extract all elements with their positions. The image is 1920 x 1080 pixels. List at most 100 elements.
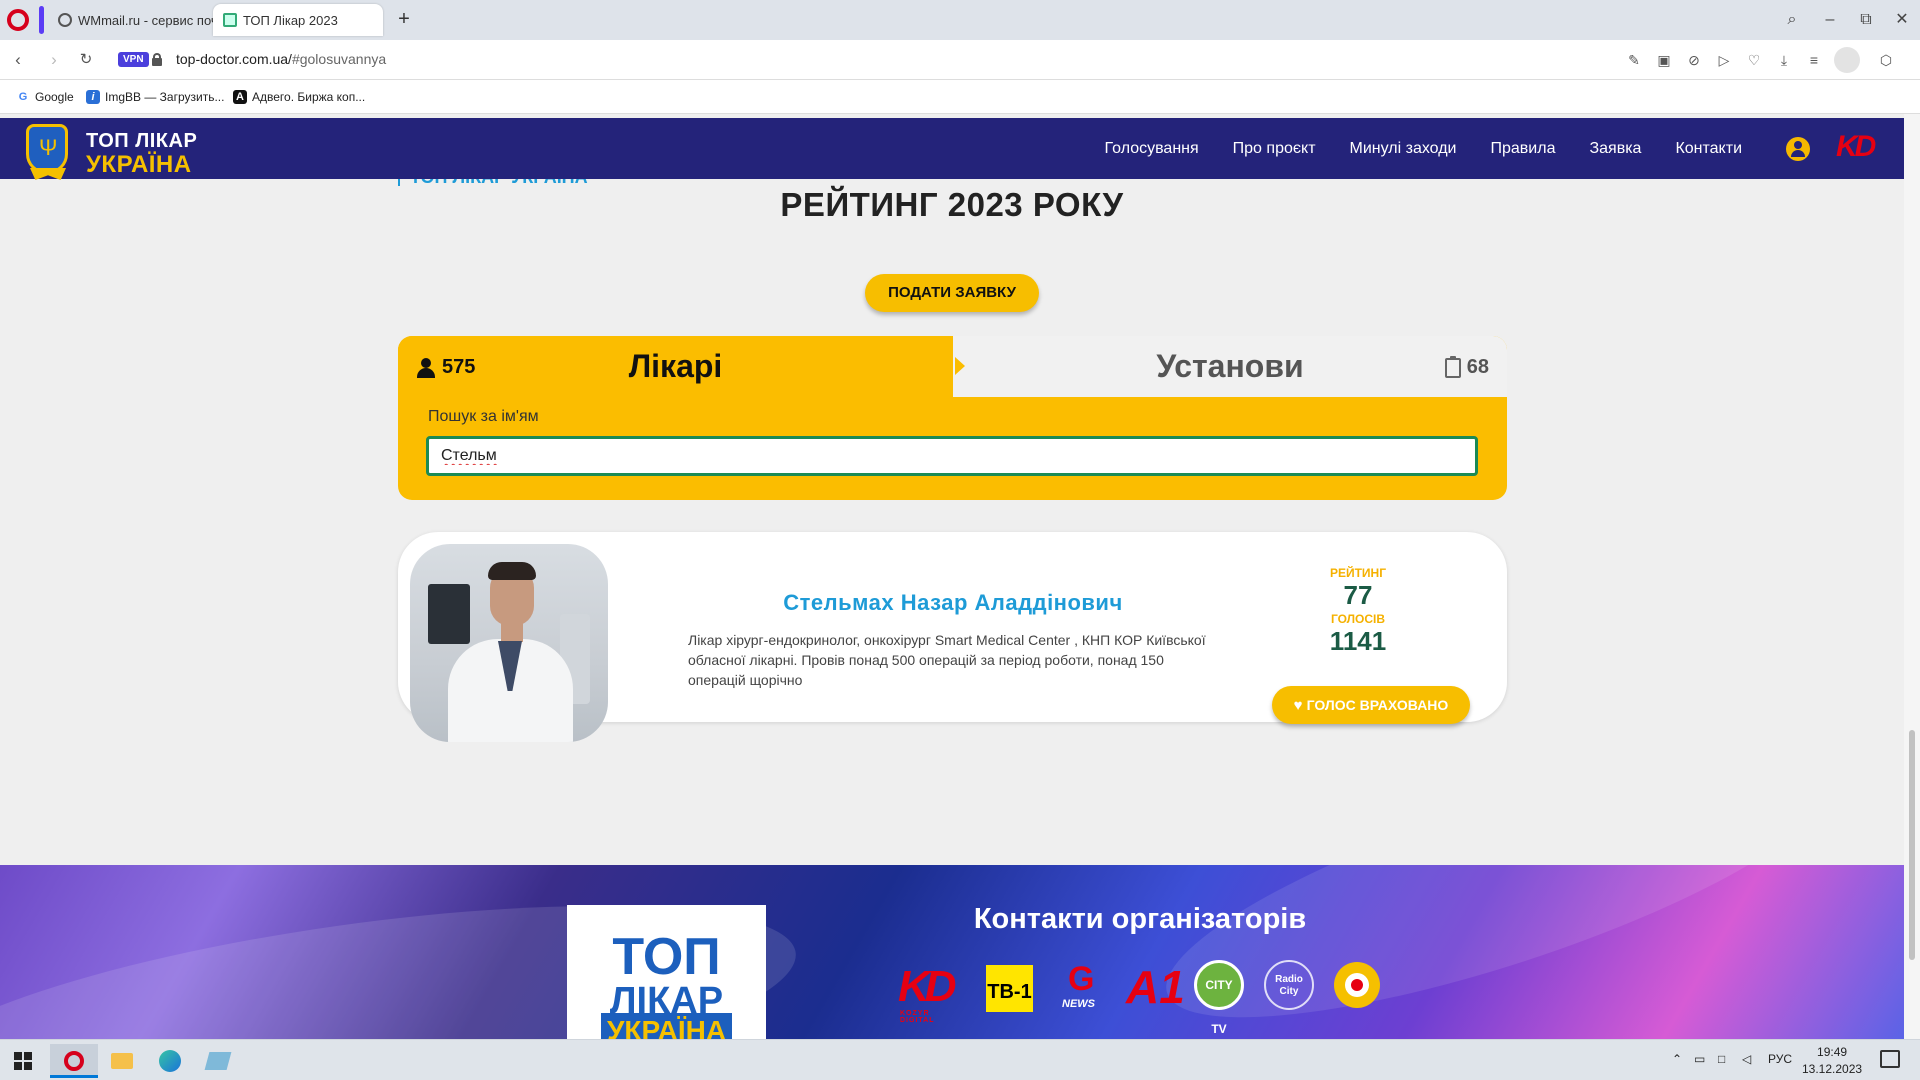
page-title: РЕЙТИНГ 2023 РОКУ <box>780 186 1124 223</box>
doctor-photo <box>410 544 608 742</box>
easy-setup-icon[interactable]: ≡ <box>1804 50 1824 70</box>
close-window-button[interactable]: ✕ <box>1888 8 1916 32</box>
arrow-left-icon <box>938 357 948 375</box>
adblock-icon[interactable]: ⊘ <box>1684 50 1704 70</box>
brand-subtitle[interactable]: УКРАЇНА <box>86 151 192 179</box>
play-icon[interactable]: ▷ <box>1714 50 1734 70</box>
extensions-icon[interactable]: ⬡ <box>1876 50 1896 70</box>
back-arrow-icon[interactable]: ‹ <box>8 50 28 70</box>
lock-icon[interactable] <box>152 53 162 66</box>
user-account-icon[interactable] <box>1786 137 1810 161</box>
partner-gnews[interactable]: G NEWS <box>1062 960 1095 1010</box>
language-indicator[interactable]: РУС <box>1768 1052 1792 1066</box>
clock[interactable]: 19:49 13.12.2023 <box>1802 1044 1862 1078</box>
tab-doctors[interactable]: 575 Лікарі <box>398 336 953 397</box>
search-tabs-icon[interactable]: ⌕ <box>1778 8 1806 32</box>
notifications-icon[interactable] <box>1880 1050 1900 1068</box>
volume-icon[interactable]: ◁ <box>1742 1052 1751 1066</box>
taskbar-app[interactable] <box>194 1044 242 1078</box>
scrollbar-thumb[interactable] <box>1909 730 1915 960</box>
forward-arrow-icon[interactable]: › <box>44 50 64 70</box>
download-icon[interactable]: ⤓ <box>1774 50 1794 70</box>
site-header: Ψ ТОП ЛІКАР УКРАЇНА Голосування Про проє… <box>0 118 1904 180</box>
new-tab-button[interactable]: + <box>394 9 414 30</box>
opera-menu-icon[interactable] <box>7 9 29 31</box>
url-field[interactable]: top-doctor.com.ua/#golosuvannya <box>176 51 386 67</box>
edit-icon[interactable]: ✎ <box>1624 50 1644 70</box>
trident-shield-icon[interactable]: Ψ <box>26 124 68 174</box>
submit-application-button[interactable]: ПОДАТИ ЗАЯВКУ <box>865 274 1039 312</box>
partner-tb1[interactable]: ТВ-1 <box>986 965 1033 1012</box>
restore-button[interactable]: ⧉ <box>1852 8 1880 32</box>
partner-gnews-caption: NEWS <box>1062 998 1095 1010</box>
partner-a1[interactable]: A1 <box>1126 960 1185 1014</box>
camera-icon[interactable]: ▣ <box>1654 50 1674 70</box>
partner-disc-logo[interactable] <box>1334 962 1380 1008</box>
partner-city-tv[interactable]: CITY TV <box>1194 960 1244 1036</box>
clock-time: 19:49 <box>1817 1045 1848 1059</box>
url-host: top-doctor.com.ua/ <box>176 51 292 67</box>
footer-logo-line1: ТОП <box>612 928 721 986</box>
contacts-title: Контакти організаторів <box>973 903 1307 935</box>
edge-icon <box>159 1050 181 1072</box>
google-icon: G <box>18 91 28 103</box>
tab-institutions[interactable]: Установи 68 <box>953 336 1507 397</box>
site-favicon-icon <box>223 13 237 27</box>
taskbar-edge[interactable] <box>146 1044 194 1078</box>
partner-kozyr-digital[interactable]: KD KOZYR DIGITAL <box>898 962 957 1024</box>
partner-kd-caption: KOZYR DIGITAL <box>900 1010 935 1024</box>
bookmark-advego[interactable]: A Адвего. Биржа коп... <box>233 90 365 104</box>
partner-radio-city[interactable]: Radio City <box>1264 960 1314 1010</box>
bookmark-imgbb[interactable]: i ImgBB — Загрузить... <box>86 90 224 104</box>
kd-partner-logo[interactable]: KD <box>1836 130 1876 164</box>
vote-button-label: ГОЛОС ВРАХОВАНО <box>1306 697 1449 713</box>
minimize-button[interactable]: – <box>1816 8 1844 32</box>
menu-item-voting[interactable]: Голосування <box>1105 140 1199 158</box>
taskbar-opera[interactable] <box>50 1044 98 1078</box>
windows-taskbar: ⌃ ▭ □ ◁ РУС 19:49 13.12.2023 <box>0 1039 1920 1080</box>
browser-tab-wmmail[interactable]: WMmail.ru - сервис почт <box>48 4 218 36</box>
partner-kd-mark: KD <box>898 962 957 1011</box>
institutions-count-group: 68 <box>1444 355 1489 379</box>
tab-title: WMmail.ru - сервис почт <box>78 12 218 28</box>
heart-icon[interactable]: ♡ <box>1744 50 1764 70</box>
globe-icon <box>58 13 72 27</box>
clipboard-icon <box>1444 355 1461 378</box>
bookmarks-bar: G Google i ImgBB — Загрузить... A Адвего… <box>0 80 1920 114</box>
folder-icon <box>111 1053 133 1069</box>
rating-label: РЕЙТИНГ <box>1329 566 1387 580</box>
page-viewport: ТОП ЛІКАР УКРАЇНА Ψ ТОП ЛІКАР УКРАЇНА Го… <box>0 114 1904 1039</box>
menu-item-rules[interactable]: Правила <box>1491 140 1556 158</box>
main-menu: Голосування Про проєкт Минулі заходи Пра… <box>1105 140 1742 158</box>
rating-value: 77 <box>1343 580 1373 610</box>
bookmark-label: ImgBB — Загрузить... <box>105 90 225 104</box>
taskbar-explorer[interactable] <box>98 1044 146 1078</box>
menu-item-contacts[interactable]: Контакти <box>1675 140 1742 158</box>
windows-start-icon[interactable] <box>14 1052 32 1070</box>
brand-title[interactable]: ТОП ЛІКАР <box>86 130 197 153</box>
network-icon[interactable]: □ <box>1718 1052 1725 1066</box>
bookmark-google[interactable]: G Google <box>16 90 74 104</box>
search-input[interactable] <box>426 436 1478 476</box>
menu-item-about[interactable]: Про проєкт <box>1233 140 1316 158</box>
browser-tab-top-doctor[interactable]: ТОП Лікар 2023 <box>213 4 383 36</box>
partner-gnews-mark: G <box>1068 960 1095 998</box>
doctor-description: Лікар хірург-ендокринолог, онкохірург Sm… <box>688 632 1206 688</box>
votes-value: 1141 <box>1329 626 1387 656</box>
app-icon <box>204 1052 232 1070</box>
imgbb-icon: i <box>86 90 100 104</box>
vpn-badge[interactable]: VPN <box>118 52 149 67</box>
page-scrollbar[interactable] <box>1904 114 1920 1039</box>
advego-icon: A <box>233 90 247 104</box>
tray-chevron-icon[interactable]: ⌃ <box>1672 1052 1682 1066</box>
url-path: #golosuvannya <box>291 51 387 67</box>
reload-icon[interactable]: ↻ <box>76 50 96 70</box>
menu-item-past-events[interactable]: Минулі заходи <box>1350 140 1457 158</box>
search-label: Пошук за ім'ям <box>428 408 539 425</box>
doctor-name[interactable]: Стельмах Назар Аладдінович <box>698 590 1208 616</box>
menu-item-application[interactable]: Заявка <box>1589 140 1641 158</box>
footer-logo[interactable]: ТОП ЛІКАР УКРАЇНА <box>567 905 766 1039</box>
battery-icon[interactable]: ▭ <box>1694 1052 1705 1066</box>
profile-icon[interactable] <box>1834 47 1860 73</box>
vote-counted-button[interactable]: ♥ ГОЛОС ВРАХОВАНО <box>1272 686 1470 724</box>
